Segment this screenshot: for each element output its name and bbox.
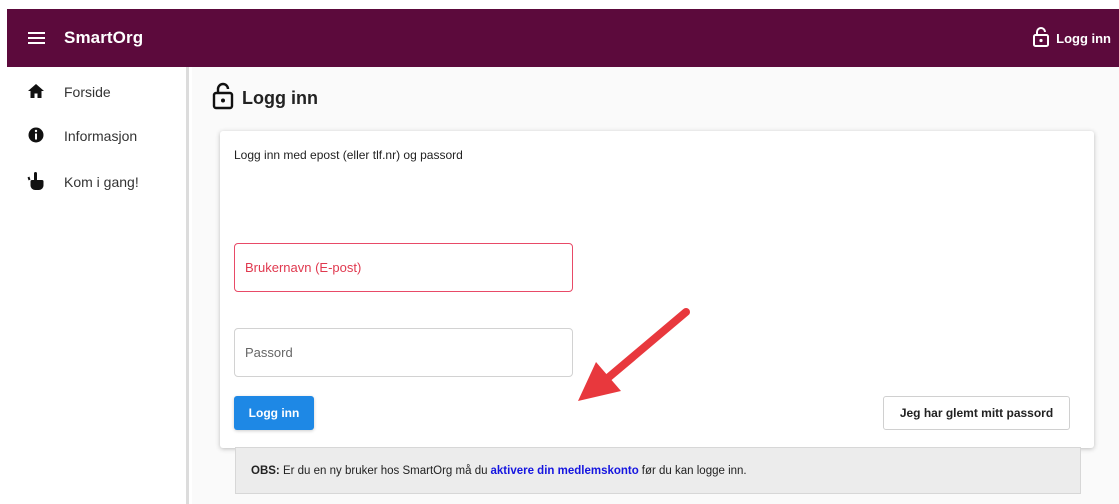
sidebar-item-label: Kom i gang! [64,174,139,190]
password-input[interactable] [234,328,573,377]
main-content: Logg inn Logg inn med epost (eller tlf.n… [192,67,1119,504]
new-user-notice: OBS: Er du en ny bruker hos SmartOrg må … [235,447,1081,494]
notice-text-before: Er du en ny bruker hos SmartOrg må du [282,464,488,477]
sidebar-item-kom-i-gang[interactable]: Kom i gang! [27,170,139,194]
header-login-label: Logg inn [1056,30,1111,46]
sidebar-item-informasjon[interactable]: Informasjon [27,124,137,148]
notice-text-after: før du kan logge inn. [641,464,747,477]
forgot-password-button[interactable]: Jeg har glemt mitt passord [883,396,1070,430]
lock-icon [211,82,235,115]
info-icon [27,126,45,147]
notice-prefix: OBS: [251,464,280,477]
activate-account-link[interactable]: aktivere din medlemskonto [491,465,639,477]
home-icon [27,83,45,102]
sidebar-item-forside[interactable]: Forside [27,80,111,104]
page-title: Logg inn [211,82,318,115]
sidebar-item-label: Informasjon [64,128,138,144]
login-card: Logg inn med epost (eller tlf.nr) og pas… [220,131,1094,494]
app-title[interactable]: SmartOrg [64,28,143,48]
login-hint: Logg inn med epost (eller tlf.nr) og pas… [234,148,463,162]
menu-icon[interactable] [28,29,45,47]
sidebar: Forside Informasjon Kom i gang! [7,67,189,504]
page-title-text: Logg inn [242,87,318,108]
header-login-button[interactable]: Logg inn [1032,26,1111,50]
login-button[interactable]: Logg inn [234,396,314,430]
top-app-bar: SmartOrg Logg inn [7,9,1119,67]
pointing-hand-icon [27,171,45,194]
sidebar-item-label: Forside [64,84,111,100]
username-input[interactable] [234,243,573,292]
lock-icon [1032,26,1050,50]
